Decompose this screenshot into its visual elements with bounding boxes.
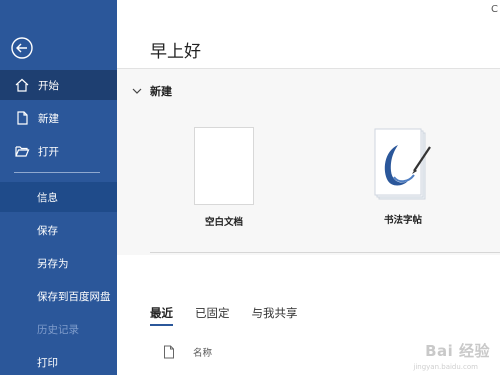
new-section-header[interactable]: 新建 [131, 83, 172, 99]
sidebar-item-label: 打印 [37, 356, 58, 369]
sidebar-item-home[interactable]: 开始 [0, 70, 117, 100]
tab-recent[interactable]: 最近 [150, 305, 173, 326]
sidebar-item-label: 保存到百度网盘 [37, 290, 111, 303]
tab-shared-with-me[interactable]: 与我共享 [252, 305, 298, 326]
template-label: 书法字帖 [383, 215, 422, 226]
template-label: 空白文档 [204, 217, 243, 228]
new-section-title: 新建 [150, 85, 172, 98]
sidebar-item-open[interactable]: 打开 [0, 136, 117, 166]
home-icon [15, 78, 29, 92]
section-divider [150, 252, 500, 253]
greeting-band: 早上好 C [117, 0, 500, 68]
corner-text: C [491, 4, 498, 15]
sidebar-divider [14, 172, 100, 173]
sidebar-item-label: 保存 [37, 224, 58, 237]
sidebar-item-label: 打开 [38, 145, 59, 158]
sidebar-item-label: 开始 [38, 79, 59, 92]
header-divider [117, 68, 500, 69]
watermark-subtext: jingyan.baidu.com [413, 363, 478, 371]
calligraphy-brush-icon [374, 128, 431, 200]
back-arrow-icon[interactable] [10, 36, 34, 60]
sidebar-item-label: 另存为 [37, 257, 69, 270]
column-name-header: 名称 [193, 348, 213, 359]
sidebar-item-save-to-baidu[interactable]: 保存到百度网盘 [0, 281, 117, 311]
sidebar-item-save[interactable]: 保存 [0, 215, 117, 245]
sidebar-item-save-as[interactable]: 另存为 [0, 248, 117, 278]
page-title: 早上好 [150, 42, 201, 62]
chevron-down-icon [132, 88, 142, 94]
sidebar-item-label: 信息 [37, 191, 58, 204]
sidebar-item-print[interactable]: 打印 [0, 347, 117, 377]
new-doc-icon [17, 111, 28, 125]
template-blank-document[interactable]: 空白文档 [179, 127, 269, 228]
tab-pinned[interactable]: 已固定 [195, 305, 230, 326]
template-calligraphy[interactable]: 书法字帖 [358, 127, 448, 226]
sidebar-item-history: 历史记录 [0, 314, 117, 344]
recent-tabs: 最近 已固定 与我共享 [150, 305, 298, 326]
calligraphy-thumbnail [374, 127, 432, 203]
backstage-sidebar: 开始 新建 打开 信息 保存 另存为 保存到百度网盘 历史记录 打印 [0, 0, 117, 375]
sidebar-item-label: 历史记录 [37, 323, 79, 336]
file-type-icon [164, 345, 174, 359]
file-list-header[interactable]: 名称 [163, 345, 212, 359]
folder-open-icon [15, 146, 30, 157]
backstage-main: 早上好 C 新建 空白文档 书法字帖 最近 已固定 与我共享 名称 Bai 经验… [117, 0, 500, 375]
watermark-logo: Bai 经验 [425, 342, 490, 360]
sidebar-item-label: 新建 [38, 112, 59, 125]
blank-document-thumbnail [194, 127, 254, 205]
sidebar-item-info[interactable]: 信息 [0, 182, 117, 212]
sidebar-item-new[interactable]: 新建 [0, 103, 117, 133]
